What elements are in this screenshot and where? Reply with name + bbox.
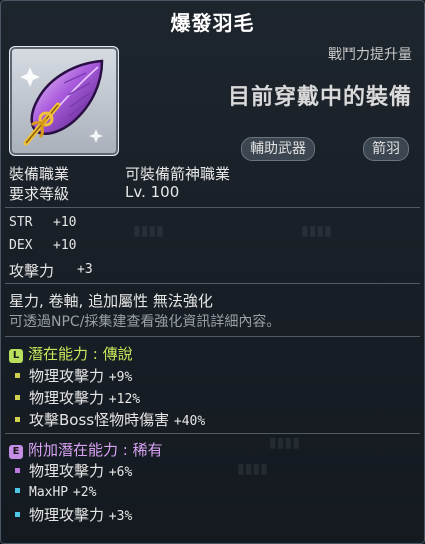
job-requirement-value: 可裝備箭神職業 bbox=[125, 165, 231, 183]
enhancement-restrictions: 星力, 卷軸, 追加屬性 無法強化 bbox=[9, 292, 213, 310]
additional-potential-line: 物理攻擊力 +6% bbox=[9, 460, 132, 481]
additional-potential-value: +2% bbox=[72, 485, 97, 500]
background-button-ghost: ▮▮▮▮ bbox=[301, 223, 332, 239]
additional-potential-header: E 附加潛在能力 : 稀有 bbox=[9, 439, 163, 460]
item-subtype-tag: 箭羽 bbox=[363, 137, 409, 161]
potential-value: +9% bbox=[108, 370, 133, 385]
level-requirement-label: 要求等級 bbox=[9, 185, 70, 203]
additional-potential-header-text: 附加潛在能力 : 稀有 bbox=[28, 441, 163, 459]
stat-name-str: STR bbox=[9, 215, 33, 230]
potential-stat: 物理攻擊力 bbox=[29, 389, 105, 407]
additional-potential-value: +6% bbox=[108, 465, 133, 480]
stat-value-str: +10 bbox=[53, 215, 77, 230]
divider bbox=[5, 207, 420, 208]
purple-feather-arrow-icon bbox=[20, 59, 104, 146]
item-name: 爆發羽毛 bbox=[170, 11, 255, 35]
potential-value: +12% bbox=[108, 392, 141, 407]
potential-header: L 潛在能力 : 傳說 bbox=[9, 343, 133, 364]
combat-power-label: 戰鬥力提升量 bbox=[328, 47, 412, 63]
potential-value: +40% bbox=[173, 414, 206, 429]
item-tooltip: ▮▮▮▮ ▮▮▮▮ ▮▮▮▮ ▮▮▮▮ 爆發羽毛 戰鬥力提升量 目前穿戴中的裝備 bbox=[0, 0, 425, 544]
stat-name-attack: 攻擊力 bbox=[9, 262, 55, 280]
bullet-icon bbox=[15, 511, 20, 517]
potential-line: 物理攻擊力 +12% bbox=[9, 387, 140, 408]
level-requirement-value: Lv. 100 bbox=[125, 183, 180, 201]
bullet-icon bbox=[15, 467, 20, 473]
item-icon-frame bbox=[9, 46, 119, 156]
stat-value-dex: +10 bbox=[53, 238, 77, 253]
currently-equipped-status: 目前穿戴中的裝備 bbox=[227, 85, 412, 110]
bullet-icon bbox=[15, 416, 20, 422]
divider bbox=[5, 283, 420, 284]
background-button-ghost: ▮▮▮▮ bbox=[269, 435, 300, 451]
bullet-icon bbox=[15, 372, 20, 378]
additional-potential-stat: 物理攻擊力 bbox=[29, 462, 105, 480]
potential-line: 攻擊Boss怪物時傷害 +40% bbox=[9, 409, 205, 430]
job-requirement-label: 裝備職業 bbox=[9, 165, 70, 183]
additional-potential-stat: MaxHP bbox=[29, 485, 69, 500]
potential-header-text: 潛在能力 : 傳說 bbox=[28, 345, 133, 363]
additional-potential-line: MaxHP +2% bbox=[9, 482, 96, 500]
bullet-icon bbox=[15, 394, 20, 400]
potential-stat: 攻擊Boss怪物時傷害 bbox=[29, 411, 170, 429]
background-button-ghost: ▮▮▮▮ bbox=[237, 461, 268, 477]
bullet-icon bbox=[15, 487, 20, 493]
legendary-grade-badge: L bbox=[9, 349, 23, 363]
item-type-tag: 輔助武器 bbox=[241, 137, 315, 161]
epic-grade-badge: E bbox=[9, 445, 23, 459]
background-button-ghost: ▮▮▮▮ bbox=[133, 223, 164, 239]
enhancement-info-note: 可透過NPC/採集建查看強化資訊詳細內容。 bbox=[9, 314, 281, 330]
additional-potential-value: +3% bbox=[108, 509, 133, 524]
stat-name-dex: DEX bbox=[9, 238, 33, 253]
divider bbox=[5, 433, 420, 434]
stat-value-attack: +3 bbox=[77, 262, 93, 277]
potential-line: 物理攻擊力 +9% bbox=[9, 365, 132, 386]
additional-potential-stat: 物理攻擊力 bbox=[29, 506, 105, 524]
divider bbox=[5, 336, 420, 337]
additional-potential-line: 物理攻擊力 +3% bbox=[9, 504, 132, 525]
potential-stat: 物理攻擊力 bbox=[29, 367, 105, 385]
